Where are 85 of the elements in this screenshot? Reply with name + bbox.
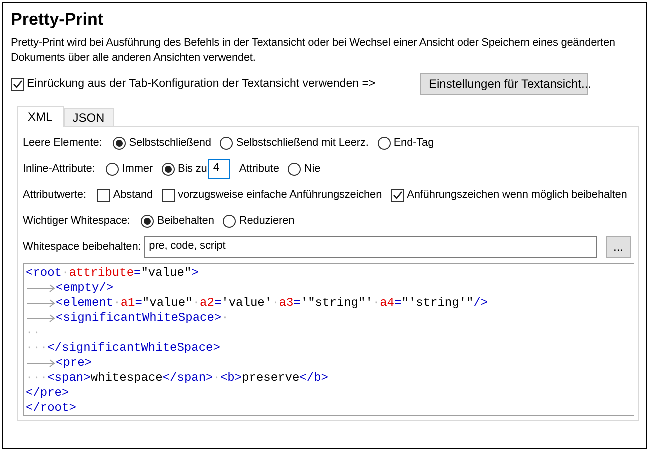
checkbox-option[interactable]: vorzugsweise einfache Anführungszeichen (162, 188, 382, 202)
radio-option[interactable]: Immer (106, 162, 153, 176)
field-suffix: Attribute (239, 163, 280, 175)
row-label: Whitespace beibehalten: (23, 241, 142, 253)
code-token: 'value' (222, 296, 272, 311)
code-token: > (192, 266, 199, 281)
code-token: a2 (200, 296, 214, 311)
code-token: = (394, 296, 402, 311)
checkbox[interactable] (97, 188, 110, 202)
code-token: </span> (162, 371, 214, 386)
code-token: <b> (220, 371, 242, 386)
code-token: </b> (300, 371, 328, 386)
code-token: whitespace (90, 371, 163, 386)
check-icon (392, 190, 403, 200)
description: Pretty-Print wird bei Ausführung des Befehls in der Textansicht oder bei Wechsel einer Ansicht oder Speichern eines geänderten Dokuments über alle anderen Ansichten verwendet. (11, 36, 616, 66)
radio-button[interactable] (223, 214, 236, 228)
code-token: /> (474, 296, 488, 311)
code-token: <pre> (56, 356, 92, 371)
radio-option[interactable]: Selbstschließend (113, 136, 212, 150)
whitespace-marker: · (114, 296, 121, 311)
row-label: Attributwerte: (23, 189, 86, 201)
radio-button[interactable] (220, 136, 234, 150)
code-token: = (134, 266, 142, 281)
tab[interactable]: XML (17, 106, 64, 127)
tab-arrow-icon (27, 359, 56, 368)
code-token: = (214, 296, 222, 311)
code-token: preserve (242, 371, 300, 386)
browse-button[interactable]: ... (606, 236, 631, 258)
checkbox-option[interactable]: Abstand (97, 188, 154, 202)
code-token: <span> (48, 371, 91, 386)
whitespace-marker: · (213, 371, 220, 386)
radio-button[interactable] (162, 162, 175, 176)
radio-option[interactable]: Bis zu (162, 162, 208, 176)
checkbox[interactable] (11, 78, 24, 90)
code-token: <element (56, 296, 114, 311)
code-token: </significantWhiteSpace> (48, 341, 220, 356)
text-field[interactable]: pre, code, script (144, 236, 597, 258)
radio-option[interactable]: Beibehalten (141, 214, 214, 228)
whitespace-marker: · (62, 266, 70, 281)
code-token: "'string'" (402, 296, 474, 311)
radio-option[interactable]: Selbstschließend mit Leerz. (220, 136, 369, 150)
code-token: <empty/> (56, 281, 114, 296)
radio-option[interactable]: End-Tag (378, 136, 434, 150)
whitespace-marker: · (222, 311, 229, 326)
checkbox-option[interactable]: Anführungszeichen wenn möglich beibehalten (391, 188, 628, 202)
text-view-settings-button[interactable]: Einstellungen für Textansicht... (420, 73, 588, 95)
whitespace-marker: ·· (26, 326, 40, 341)
whitespace-marker: ··· (26, 371, 48, 386)
radio-button[interactable] (106, 162, 120, 176)
code-token: attribute (69, 266, 134, 281)
tab-arrow-icon (27, 284, 56, 293)
whitespace-marker: · (192, 296, 200, 311)
radio-button[interactable] (288, 162, 302, 176)
radio-button[interactable] (141, 214, 154, 228)
radio-option[interactable]: Nie (288, 162, 321, 176)
code-token: a4 (380, 296, 395, 311)
number-field[interactable]: 4 (208, 159, 230, 179)
code-token: = (135, 296, 142, 311)
tab[interactable]: JSON (64, 108, 114, 126)
whitespace-marker: ··· (26, 341, 48, 356)
code-token: <significantWhiteSpace> (56, 311, 222, 326)
row-label: Leere Elemente: (23, 137, 102, 149)
code-token: "value" (141, 266, 192, 281)
whitespace-marker: · (372, 296, 380, 311)
check-icon (12, 80, 22, 88)
whitespace-marker: · (272, 296, 280, 311)
checkbox-option[interactable]: Einrückung aus der Tab-Konfiguration der Textansicht verwenden => (11, 78, 376, 90)
code-token: '"string"' (300, 296, 373, 311)
tab-arrow-icon (27, 314, 56, 323)
code-token: </root> (26, 401, 76, 416)
radio-button[interactable] (113, 136, 126, 150)
code-token: "value" (142, 296, 193, 311)
code-token: <root (26, 266, 62, 281)
tab-arrow-icon (27, 299, 56, 308)
code-token: a1 (120, 296, 136, 311)
radio-option[interactable]: Reduzieren (223, 214, 295, 228)
checkbox[interactable] (162, 188, 176, 202)
row-label: Inline-Attribute: (23, 163, 96, 175)
checkbox[interactable] (391, 188, 404, 202)
code-token: </pre> (26, 386, 70, 401)
row-label: Wichtiger Whitespace: (23, 215, 130, 227)
radio-button[interactable] (378, 136, 391, 150)
code-token: a3 (279, 296, 294, 311)
code-token: = (294, 296, 301, 311)
page-title: Pretty-Print (11, 10, 105, 31)
